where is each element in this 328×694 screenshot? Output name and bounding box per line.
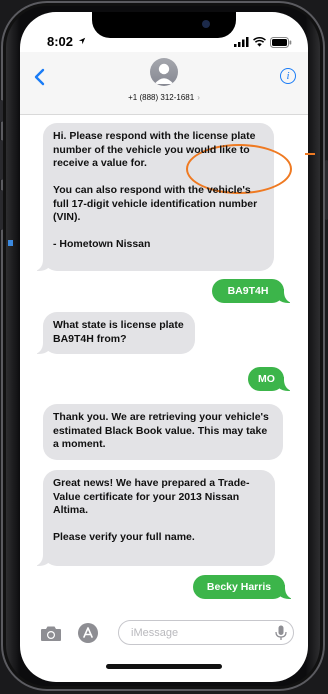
app-store-a-glyph (83, 627, 93, 638)
contact-avatar[interactable] (150, 58, 178, 86)
status-time: 8:02 (47, 34, 74, 49)
message-composer (20, 616, 308, 652)
info-button[interactable]: i (280, 68, 296, 84)
front-camera (202, 20, 210, 28)
conversation-header: +1 (888) 312-1681 › i (20, 52, 308, 115)
message-incoming: What state is license plate BA9T4H from? (33, 312, 195, 354)
microphone-icon[interactable] (275, 625, 287, 641)
message-outgoing: BA9T4H (212, 279, 294, 303)
battery-icon (270, 36, 292, 48)
home-indicator[interactable] (106, 664, 222, 669)
imessage-input[interactable] (131, 625, 271, 641)
message-text: Becky Harris (206, 581, 272, 593)
mute-switch (0, 100, 3, 122)
message-text: MO (258, 373, 275, 385)
chevron-right-icon: › (197, 93, 200, 102)
location-arrow-icon (78, 37, 86, 45)
message-text: Great news! We have prepared a Trade-Val… (53, 477, 250, 543)
message-text: Hi. Please respond with the license plat… (53, 130, 258, 250)
message-text: BA9T4H (227, 285, 269, 297)
message-text: Thank you. We are retrieving your vehicl… (53, 411, 269, 450)
phone-screen: 8:02 +1 (888) 312-1681 › i Hi. Please re… (20, 12, 308, 682)
volume-up-button (0, 140, 3, 180)
notch (92, 12, 236, 38)
message-incoming: Thank you. We are retrieving your vehicl… (43, 404, 283, 460)
person-silhouette-icon (154, 63, 174, 84)
volume-down-button (0, 190, 3, 230)
annotation-marker (8, 240, 13, 246)
message-outgoing: MO (248, 367, 294, 391)
contact-number: +1 (888) 312-1681 (128, 93, 195, 102)
info-icon: i (286, 70, 290, 82)
message-outgoing: Becky Harris (193, 575, 295, 599)
signal-bars-icon (234, 37, 249, 47)
message-incoming: Great news! We have prepared a Trade-Val… (33, 470, 275, 566)
annotation-pointer-line (305, 153, 315, 155)
status-icons (234, 36, 292, 48)
imessage-field[interactable] (118, 620, 294, 645)
contact-name[interactable]: +1 (888) 312-1681 › (20, 93, 308, 102)
wifi-icon (253, 37, 266, 47)
message-text: What state is license plate BA9T4H from? (53, 319, 184, 345)
camera-icon[interactable] (40, 625, 62, 642)
message-incoming: Hi. Please respond with the license plat… (33, 123, 274, 271)
chevron-left-icon[interactable] (34, 68, 45, 86)
app-store-icon[interactable] (78, 623, 98, 643)
